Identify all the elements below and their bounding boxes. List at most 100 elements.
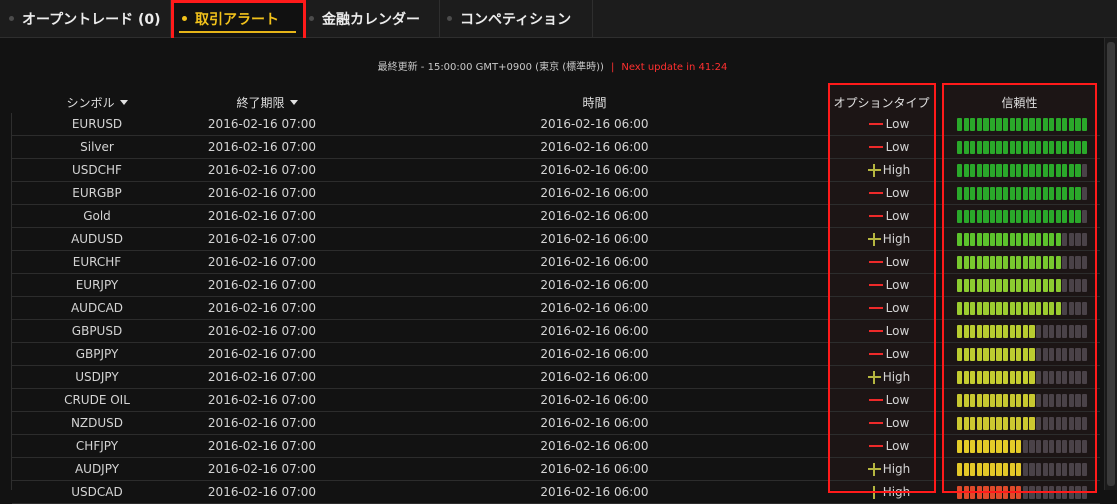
meter-segment-empty [1042, 486, 1048, 499]
table-row[interactable]: CHFJPY 2016-02-16 07:00 2016-02-16 06:00 Lo… [12, 435, 1100, 458]
meter-segment-filled [1049, 141, 1055, 154]
tab-competition[interactable]: コンペティション [440, 0, 593, 37]
meter-segment-empty [1081, 256, 1088, 269]
reliability-meter [957, 118, 1088, 131]
meter-segment-filled [996, 394, 1002, 407]
tab-dot-icon [309, 16, 314, 21]
meter-segment-filled [970, 256, 976, 269]
meter-segment-empty [1062, 371, 1068, 384]
table-row[interactable]: AUDUSD 2016-02-16 07:00 2016-02-16 06:00 Hi… [12, 228, 1100, 251]
meter-segment-filled [970, 164, 976, 177]
meter-segment-empty [1042, 463, 1048, 476]
plus-icon [867, 462, 881, 476]
meter-segment-filled [1016, 302, 1022, 315]
meter-segment-filled [1003, 279, 1009, 292]
table-row[interactable]: GBPJPY 2016-02-16 07:00 2016-02-16 06:00 Lo… [12, 343, 1100, 366]
meter-segment-filled [1042, 302, 1048, 315]
meter-segment-filled [1029, 325, 1035, 338]
meter-segment-filled [1003, 348, 1009, 361]
meter-segment-filled [963, 187, 969, 200]
meter-segment-filled [1003, 141, 1009, 154]
option-type-label: Low [885, 439, 910, 453]
meter-segment-filled [1009, 279, 1015, 292]
meter-segment-empty [1042, 440, 1048, 453]
table-row[interactable]: Silver 2016-02-16 07:00 2016-02-16 06:00 Lo… [12, 136, 1100, 159]
table-row[interactable]: EURJPY 2016-02-16 07:00 2016-02-16 06:00 Lo… [12, 274, 1100, 297]
table-row[interactable]: EURUSD 2016-02-16 07:00 2016-02-16 06:00 Lo… [12, 113, 1100, 136]
meter-segment-filled [1009, 463, 1015, 476]
meter-segment-empty [1029, 463, 1035, 476]
meter-segment-filled [1042, 233, 1048, 246]
cell-time: 2016-02-16 06:00 [540, 278, 649, 292]
table-row[interactable]: AUDCAD 2016-02-16 07:00 2016-02-16 06:00 Lo… [12, 297, 1100, 320]
meter-segment-filled [1022, 394, 1028, 407]
meter-segment-filled [1055, 118, 1061, 131]
cell-option-type: High [845, 458, 933, 480]
tab-economic-calendar[interactable]: 金融カレンダー [305, 0, 440, 37]
meter-segment-filled [1009, 164, 1015, 177]
cell-time: 2016-02-16 06:00 [540, 301, 649, 315]
meter-segment-empty [1049, 371, 1055, 384]
meter-segment-filled [976, 486, 982, 499]
header-expiry[interactable]: 終了期限 [182, 94, 352, 110]
tab-label: オープントレード (0) [22, 11, 161, 28]
meter-segment-filled [1029, 302, 1035, 315]
meter-segment-filled [1003, 371, 1009, 384]
tab-open-trades[interactable]: オープントレード (0) [0, 0, 171, 37]
meter-segment-filled [957, 233, 963, 246]
meter-segment-filled [976, 210, 982, 223]
meter-segment-filled [1016, 348, 1022, 361]
meter-segment-filled [996, 302, 1002, 315]
table-row[interactable]: EURGBP 2016-02-16 07:00 2016-02-16 06:00 Lo… [12, 182, 1100, 205]
cell-symbol: AUDJPY [74, 462, 120, 476]
minus-icon [868, 399, 883, 401]
table-row[interactable]: NZDUSD 2016-02-16 07:00 2016-02-16 06:00 Lo… [12, 412, 1100, 435]
meter-segment-filled [1009, 394, 1015, 407]
meter-segment-filled [1029, 118, 1035, 131]
meter-segment-filled [1016, 233, 1022, 246]
table-row[interactable]: USDCAD 2016-02-16 07:00 2016-02-16 06:00 Hi… [12, 481, 1100, 504]
scrollbar[interactable] [1104, 38, 1117, 490]
meter-segment-empty [1042, 394, 1048, 407]
header-symbol[interactable]: シンボル [12, 94, 182, 110]
meter-segment-filled [1003, 302, 1009, 315]
meter-segment-filled [1035, 141, 1042, 154]
meter-segment-filled [976, 325, 982, 338]
meter-segment-filled [963, 417, 969, 430]
meter-segment-filled [989, 394, 996, 407]
meter-segment-empty [1081, 463, 1088, 476]
tab-trade-alerts[interactable]: 取引アラート [171, 0, 305, 37]
reliability-meter [957, 233, 1088, 246]
meter-segment-empty [1068, 256, 1075, 269]
meter-segment-empty [1062, 256, 1068, 269]
table-row[interactable]: CRUDE OIL 2016-02-16 07:00 2016-02-16 06:0… [12, 389, 1100, 412]
meter-segment-filled [983, 141, 989, 154]
header-option-type: オプションタイプ [829, 94, 934, 110]
meter-segment-empty [1062, 463, 1068, 476]
cell-expiry: 2016-02-16 07:00 [207, 255, 317, 269]
cell-option-type: Low [845, 412, 933, 434]
minus-icon [868, 353, 883, 355]
table-row[interactable]: AUDJPY 2016-02-16 07:00 2016-02-16 06:00 Hi… [12, 458, 1100, 481]
table-row[interactable]: EURCHF 2016-02-16 07:00 2016-02-16 06:00 Lo… [12, 251, 1100, 274]
cell-time: 2016-02-16 06:00 [540, 186, 649, 200]
meter-segment-filled [976, 371, 982, 384]
meter-segment-filled [970, 417, 976, 430]
meter-segment-filled [1003, 325, 1009, 338]
meter-segment-empty [1068, 348, 1075, 361]
table-row[interactable]: Gold 2016-02-16 07:00 2016-02-16 06:00 Low [12, 205, 1100, 228]
meter-segment-filled [957, 394, 963, 407]
meter-segment-empty [1055, 486, 1061, 499]
table-row[interactable]: GBPUSD 2016-02-16 07:00 2016-02-16 06:00 Lo… [12, 320, 1100, 343]
cell-option-type: High [845, 159, 933, 181]
meter-segment-filled [1081, 141, 1088, 154]
meter-segment-filled [1068, 210, 1075, 223]
table-row[interactable]: USDCHF 2016-02-16 07:00 2016-02-16 06:00 Hi… [12, 159, 1100, 182]
cell-expiry: 2016-02-16 07:00 [207, 209, 317, 223]
cell-expiry: 2016-02-16 07:00 [207, 347, 317, 361]
meter-segment-filled [1075, 187, 1081, 200]
meter-segment-filled [1029, 187, 1035, 200]
scrollbar-thumb[interactable] [1107, 42, 1115, 486]
table-row[interactable]: USDJPY 2016-02-16 07:00 2016-02-16 06:00 Hi… [12, 366, 1100, 389]
tab-bar: オープントレード (0) 取引アラート 金融カレンダー コンペティション [0, 0, 1117, 38]
